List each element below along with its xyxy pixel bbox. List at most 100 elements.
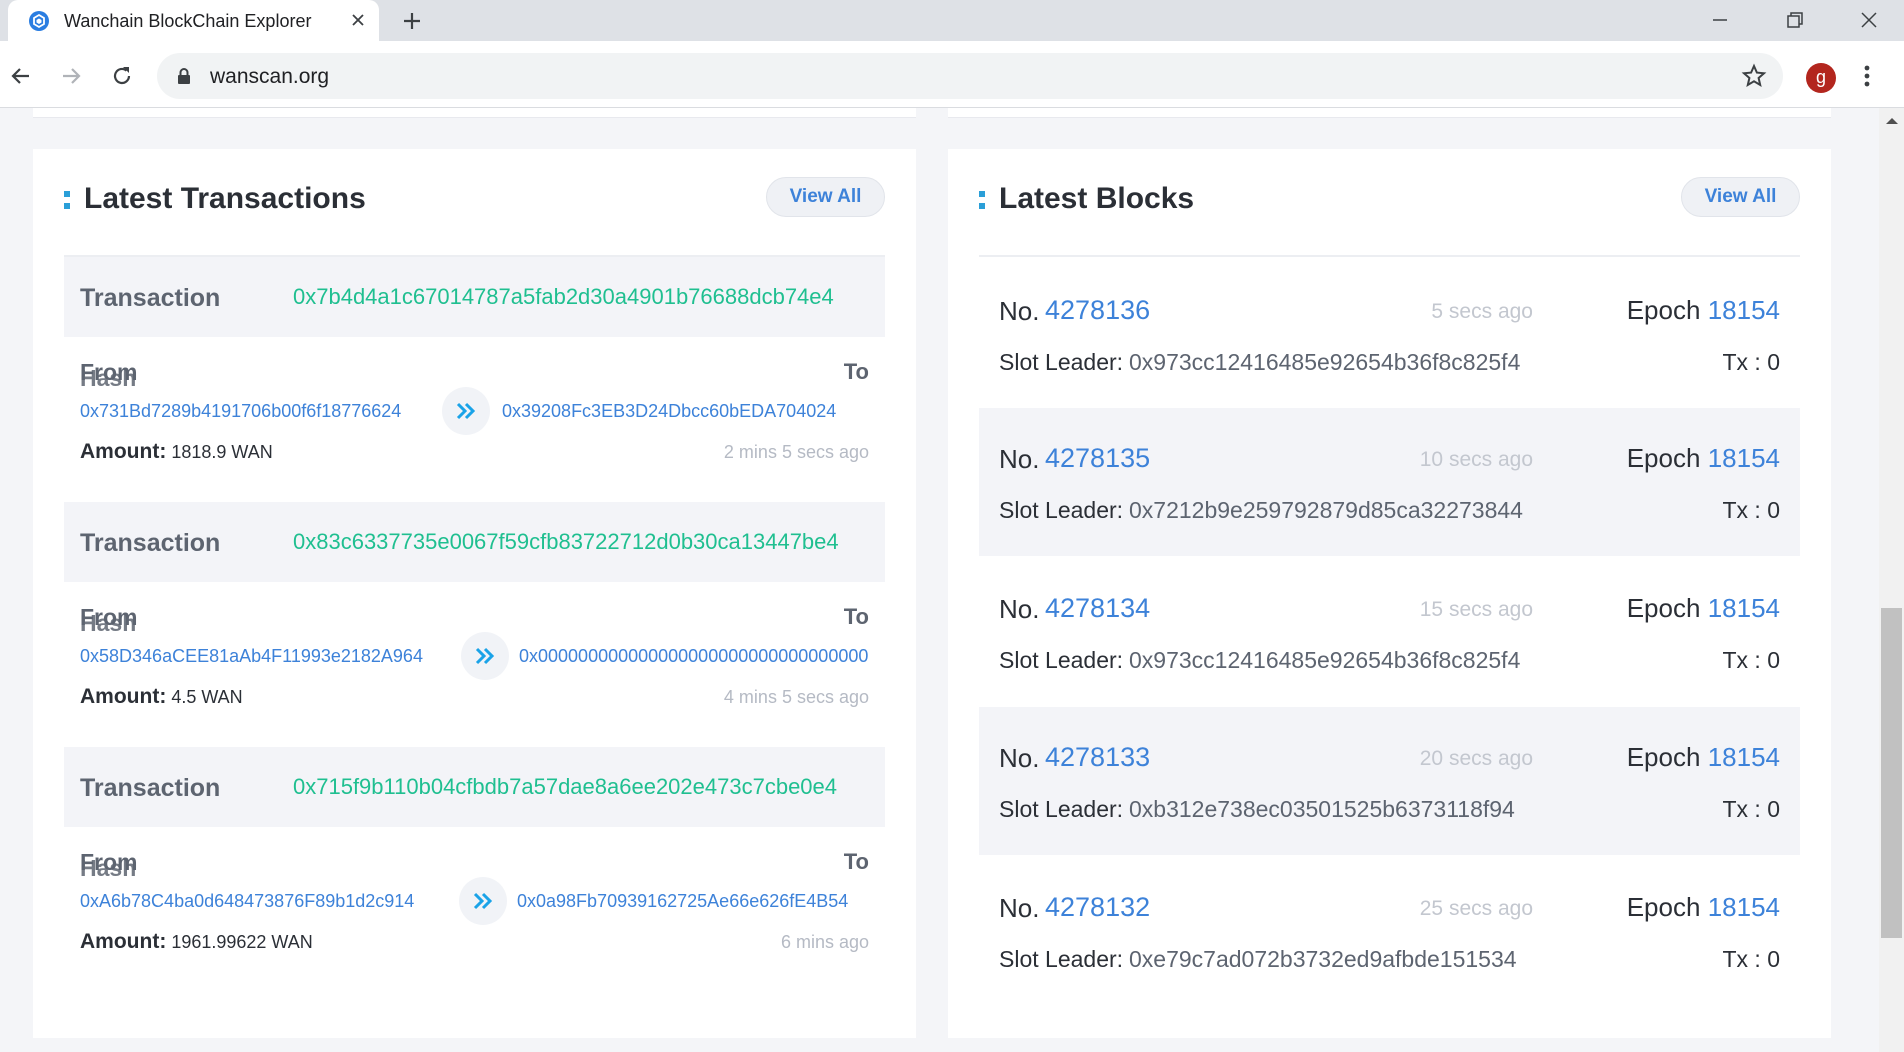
from-address-link[interactable]: 0x731Bd7289b4191706b00f6f18776624	[80, 401, 435, 422]
url-text: wanscan.org	[210, 65, 330, 88]
transaction-label: Transaction	[80, 529, 221, 557]
slot-leader-address[interactable]: 0xb312e738ec03501525b6373118f94	[1129, 796, 1534, 823]
epoch-link[interactable]: 18154	[1708, 295, 1780, 325]
to-label: To	[843, 359, 869, 384]
amount-text: Amount: 1818.9 WAN	[80, 440, 273, 464]
slot-leader-address[interactable]: 0x973cc12416485e92654b36f8c825f4	[1129, 349, 1534, 376]
block-tx-count: Tx : 0	[1722, 946, 1780, 972]
restore-icon[interactable]	[1783, 8, 1807, 32]
to-address-link[interactable]: 0x0a98Fb70939162725Ae66e626fE4B54	[517, 891, 885, 912]
blocks-header: Latest Blocks View All	[979, 177, 1800, 257]
forward-icon[interactable]	[58, 63, 84, 89]
latest-transactions-panel: Latest Transactions View All Transaction…	[33, 149, 916, 1038]
wanchain-favicon-icon	[29, 11, 49, 31]
to-address-link[interactable]: 0x39208Fc3EB3D24Dbcc60bEDA704024	[502, 401, 870, 422]
previous-panel-edge	[33, 108, 916, 118]
epoch-label: Epoch	[1626, 742, 1701, 772]
amount-text: Amount: 1961.99622 WAN	[80, 930, 313, 954]
transaction-hash-link[interactable]: 0x715f9b110b04cfbdb7a57dae8a6ee202e473c7…	[293, 774, 873, 800]
transaction-hash-bar: Transaction 0x715f9b110b04cfbdb7a57dae8a…	[64, 747, 885, 827]
block-tx-count: Tx : 0	[1722, 796, 1780, 822]
transaction-hash-link[interactable]: 0x7b4d4a1c67014787a5fab2d30a4901b76688dc…	[293, 284, 873, 310]
tab-title: Wanchain BlockChain Explorer	[64, 11, 312, 31]
transaction-hash-link[interactable]: 0x83c6337735e0067f59cfb83722712d0b30ca13…	[293, 529, 873, 555]
hash-label: Hash	[80, 610, 137, 636]
epoch-link[interactable]: 18154	[1708, 892, 1780, 922]
amount-text: Amount: 4.5 WAN	[80, 685, 243, 709]
amount-value: 1961.99622 WAN	[171, 932, 313, 952]
block-number-link[interactable]: 4278136	[1045, 295, 1150, 326]
block-epoch: Epoch 18154	[1627, 295, 1780, 326]
epoch-label: Epoch	[1626, 443, 1701, 473]
block-number-label: No.	[999, 296, 1040, 326]
blocks-title: Latest Blocks	[999, 182, 1195, 215]
block-tx-count: Tx : 0	[1722, 497, 1780, 523]
new-tab-icon[interactable]	[400, 9, 424, 33]
browser-tab[interactable]: Wanchain BlockChain Explorer	[8, 0, 379, 41]
transaction-label: Transaction	[80, 284, 221, 312]
epoch-link[interactable]: 18154	[1708, 443, 1780, 473]
transaction-item: Transaction 0x715f9b110b04cfbdb7a57dae8a…	[64, 747, 885, 992]
scrollbar-thumb[interactable]	[1881, 608, 1902, 938]
from-address-link[interactable]: 0xA6b78C4ba0d648473876F89b1d2c914	[80, 891, 435, 912]
slot-leader-address[interactable]: 0x7212b9e259792879d85ca32273844	[1129, 497, 1534, 524]
block-time: 10 secs ago	[1419, 448, 1533, 471]
transaction-item: Transaction 0x7b4d4a1c67014787a5fab2d30a…	[64, 257, 885, 502]
reload-icon[interactable]	[109, 63, 135, 89]
slot-leader-address[interactable]: 0xe79c7ad072b3732ed9afbde151534	[1129, 946, 1534, 973]
section-marker-icon	[979, 191, 985, 209]
block-epoch: Epoch 18154	[1627, 742, 1780, 773]
block-time: 20 secs ago	[1419, 747, 1533, 770]
block-epoch: Epoch 18154	[1627, 443, 1780, 474]
block-item: No. 4278135 10 secs ago Epoch 18154 Slot…	[979, 408, 1800, 556]
block-time: 5 secs ago	[1431, 300, 1533, 323]
amount-label: Amount:	[80, 930, 167, 953]
amount-label: Amount:	[80, 685, 167, 708]
view-all-blocks-button[interactable]: View All	[1681, 177, 1800, 217]
epoch-label: Epoch	[1626, 295, 1701, 325]
previous-panel-edge	[948, 108, 1831, 118]
block-item: No. 4278133 20 secs ago Epoch 18154 Slot…	[979, 707, 1800, 855]
page-scrollbar[interactable]	[1879, 108, 1904, 1052]
block-tx-count: Tx : 0	[1722, 647, 1780, 673]
block-number-link[interactable]: 4278134	[1045, 593, 1150, 624]
back-icon[interactable]	[8, 63, 34, 89]
transaction-time: 6 mins ago	[780, 932, 869, 952]
transfer-arrow-icon	[442, 387, 490, 435]
block-time: 15 secs ago	[1419, 598, 1533, 621]
profile-avatar[interactable]: g	[1806, 63, 1836, 93]
bookmark-star-icon[interactable]	[1741, 63, 1767, 89]
slot-leader-label: Slot Leader:	[999, 647, 1124, 673]
to-address-link[interactable]: 0x000000000000000000000000000000000	[519, 646, 887, 667]
block-number-label: No.	[999, 444, 1040, 474]
block-time: 25 secs ago	[1419, 897, 1533, 920]
epoch-label: Epoch	[1626, 892, 1701, 922]
block-number-link[interactable]: 4278133	[1045, 742, 1150, 773]
slot-leader-address[interactable]: 0x973cc12416485e92654b36f8c825f4	[1129, 647, 1534, 674]
block-number-link[interactable]: 4278132	[1045, 892, 1150, 923]
block-number-label: No.	[999, 893, 1040, 923]
page-content: Latest Transactions View All Transaction…	[0, 108, 1904, 1052]
close-window-icon[interactable]	[1857, 8, 1881, 32]
browser-tabbar: Wanchain BlockChain Explorer	[0, 0, 1904, 41]
transaction-label: Transaction	[80, 774, 221, 802]
minimize-icon[interactable]	[1708, 8, 1732, 32]
block-tx-count: Tx : 0	[1722, 349, 1780, 375]
epoch-link[interactable]: 18154	[1708, 593, 1780, 623]
address-bar[interactable]: wanscan.org	[157, 53, 1783, 99]
block-number-link[interactable]: 4278135	[1045, 443, 1150, 474]
transaction-item: Transaction 0x83c6337735e0067f59cfb83722…	[64, 502, 885, 747]
transfer-arrow-icon	[461, 632, 509, 680]
from-address-link[interactable]: 0x58D346aCEE81aAb4F11993e2182A964	[80, 646, 435, 667]
epoch-link[interactable]: 18154	[1708, 742, 1780, 772]
close-tab-icon[interactable]	[348, 10, 368, 30]
block-item: No. 4278136 5 secs ago Epoch 18154 Slot …	[979, 260, 1800, 408]
amount-value: 4.5 WAN	[171, 687, 243, 707]
hash-label: Hash	[80, 365, 137, 391]
scroll-up-arrow-icon[interactable]	[1886, 118, 1898, 124]
more-options-icon[interactable]	[1862, 63, 1872, 89]
hash-label: Hash	[80, 855, 137, 881]
block-number-label: No.	[999, 594, 1040, 624]
block-epoch: Epoch 18154	[1627, 593, 1780, 624]
view-all-transactions-button[interactable]: View All	[766, 177, 885, 217]
